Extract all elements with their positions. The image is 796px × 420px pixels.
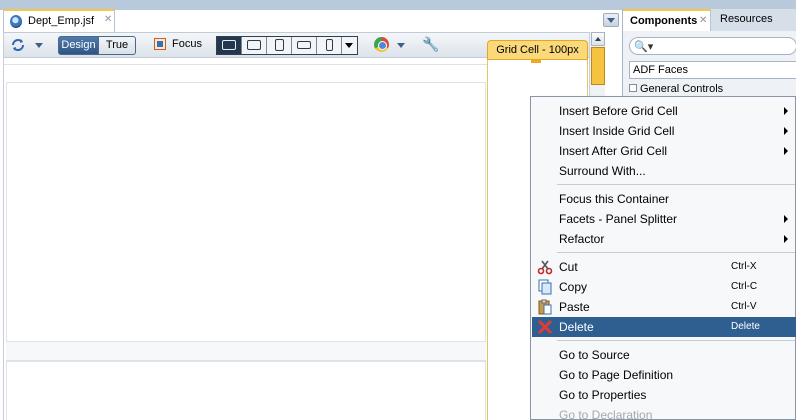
design-canvas[interactable]	[3, 58, 488, 420]
menu-item-label: Refactor	[559, 232, 605, 246]
chevron-down-icon[interactable]	[397, 43, 405, 48]
desktop-view-button[interactable]	[217, 37, 242, 54]
menu-item-label: Go to Properties	[559, 388, 647, 402]
menu-item[interactable]: Go to Properties	[532, 385, 796, 405]
menu-item[interactable]: Insert Before Grid Cell	[532, 101, 796, 121]
menu-item[interactable]: Facets - Panel Splitter	[532, 209, 796, 229]
menu-item-label: Facets - Panel Splitter	[559, 212, 678, 226]
menu-item[interactable]: Refactor	[532, 229, 796, 249]
component-search-input[interactable]: 🔍▾	[629, 37, 796, 55]
scissors-icon	[537, 259, 553, 275]
tablet-landscape-icon	[247, 40, 261, 50]
copy-icon	[537, 279, 553, 295]
submenu-arrow-icon	[784, 127, 788, 135]
device-dropdown-button[interactable]	[342, 37, 357, 54]
monitor-icon	[222, 40, 236, 50]
design-mode-button[interactable]: Design	[58, 36, 99, 55]
menu-item-label: Go to Declaration	[559, 408, 653, 420]
menu-item-label: Surround With...	[559, 164, 646, 178]
menu-item[interactable]: Go to Source	[532, 345, 796, 365]
refresh-icon[interactable]	[10, 37, 26, 53]
canvas-divider	[4, 64, 488, 65]
menu-item-label: Go to Source	[559, 348, 630, 362]
menu-item[interactable]: Focus this Container	[532, 189, 796, 209]
menu-separator	[557, 252, 795, 253]
phone-portrait-button[interactable]	[317, 37, 342, 54]
browser-icon[interactable]	[374, 37, 389, 52]
grid-panel[interactable]	[6, 361, 486, 420]
close-icon[interactable]: ✕	[104, 14, 112, 25]
grid-cell-marker	[531, 60, 541, 63]
tab-resources[interactable]: Resources	[713, 9, 796, 31]
context-menu: Insert Before Grid Cell Insert Inside Gri…	[530, 96, 796, 420]
grid-row[interactable]	[6, 342, 486, 361]
tab-components-label: Components	[630, 15, 698, 27]
tablet-portrait-button[interactable]	[267, 37, 292, 54]
menu-item-label: Paste	[559, 300, 590, 314]
submenu-arrow-icon	[784, 147, 788, 155]
scrollbar-thumb[interactable]	[591, 47, 605, 85]
scroll-up-button[interactable]	[591, 32, 605, 46]
search-icon[interactable]: 🔍▾	[634, 40, 653, 53]
focus-button-label[interactable]: Focus	[172, 38, 202, 50]
device-size-selector	[216, 36, 358, 55]
menu-item-label: Go to Page Definition	[559, 368, 674, 382]
menu-item-label: Insert After Grid Cell	[559, 144, 668, 158]
menu-item-label: Insert Inside Grid Cell	[559, 124, 675, 138]
submenu-arrow-icon	[784, 215, 788, 223]
tablet-landscape-button[interactable]	[242, 37, 267, 54]
menu-item[interactable]: Insert Inside Grid Cell	[532, 121, 796, 141]
jsf-page-icon	[10, 15, 22, 28]
menu-item[interactable]: Go to Page Definition	[532, 365, 796, 385]
paste-icon	[537, 299, 553, 315]
true-mode-button[interactable]: True	[99, 36, 136, 55]
menu-item[interactable]: Cut Ctrl-X	[532, 257, 796, 277]
editor-tab-title: Dept_Emp.jsf	[28, 15, 95, 27]
chevron-down-icon[interactable]	[35, 43, 43, 48]
menu-item-label: Copy	[559, 280, 588, 294]
menu-item[interactable]: Surround With...	[532, 161, 796, 181]
menu-item-label: Insert Before Grid Cell	[559, 104, 678, 118]
menu-item: Go to Declaration	[532, 405, 796, 420]
library-select[interactable]: ADF Faces	[629, 61, 796, 79]
menu-item-shortcut: Ctrl-C	[731, 281, 758, 292]
delete-x-icon	[537, 319, 553, 335]
focus-icon[interactable]	[154, 38, 166, 50]
tablet-portrait-icon	[275, 39, 284, 51]
phone-landscape-button[interactable]	[292, 37, 317, 54]
menu-item[interactable]: Copy Ctrl-C	[532, 277, 796, 297]
collapse-icon[interactable]	[629, 84, 637, 92]
close-icon[interactable]: ✕	[699, 11, 707, 31]
grid-cell-header[interactable]: Grid Cell - 100px	[487, 40, 588, 60]
tree-item-general-controls[interactable]: General Controls	[629, 83, 723, 95]
menu-item-label: Focus this Container	[559, 192, 670, 206]
menu-separator	[557, 340, 795, 341]
menu-item-label: Cut	[559, 260, 578, 274]
window-list-dropdown[interactable]	[603, 13, 619, 27]
chevron-down-icon	[345, 43, 353, 48]
editor-tab[interactable]: Dept_Emp.jsf ✕	[3, 9, 115, 32]
wrench-icon[interactable]: 🔧	[422, 36, 439, 53]
menu-item-label: Delete	[559, 320, 594, 334]
phone-portrait-icon	[326, 39, 333, 51]
submenu-arrow-icon	[784, 235, 788, 243]
tab-components[interactable]: Components ✕	[623, 9, 711, 31]
menu-item[interactable]: Delete Delete	[532, 317, 796, 337]
submenu-arrow-icon	[784, 107, 788, 115]
menu-item[interactable]: Paste Ctrl-V	[532, 297, 796, 317]
menu-item[interactable]: Insert After Grid Cell	[532, 141, 796, 161]
grid-panel[interactable]	[6, 82, 486, 342]
menu-separator	[557, 184, 795, 185]
tree-item-label: General Controls	[640, 83, 724, 95]
menu-item-shortcut: Ctrl-X	[731, 261, 757, 272]
menu-item-shortcut: Ctrl-V	[731, 301, 757, 312]
menu-item-shortcut: Delete	[731, 321, 760, 332]
phone-landscape-icon	[297, 41, 311, 49]
